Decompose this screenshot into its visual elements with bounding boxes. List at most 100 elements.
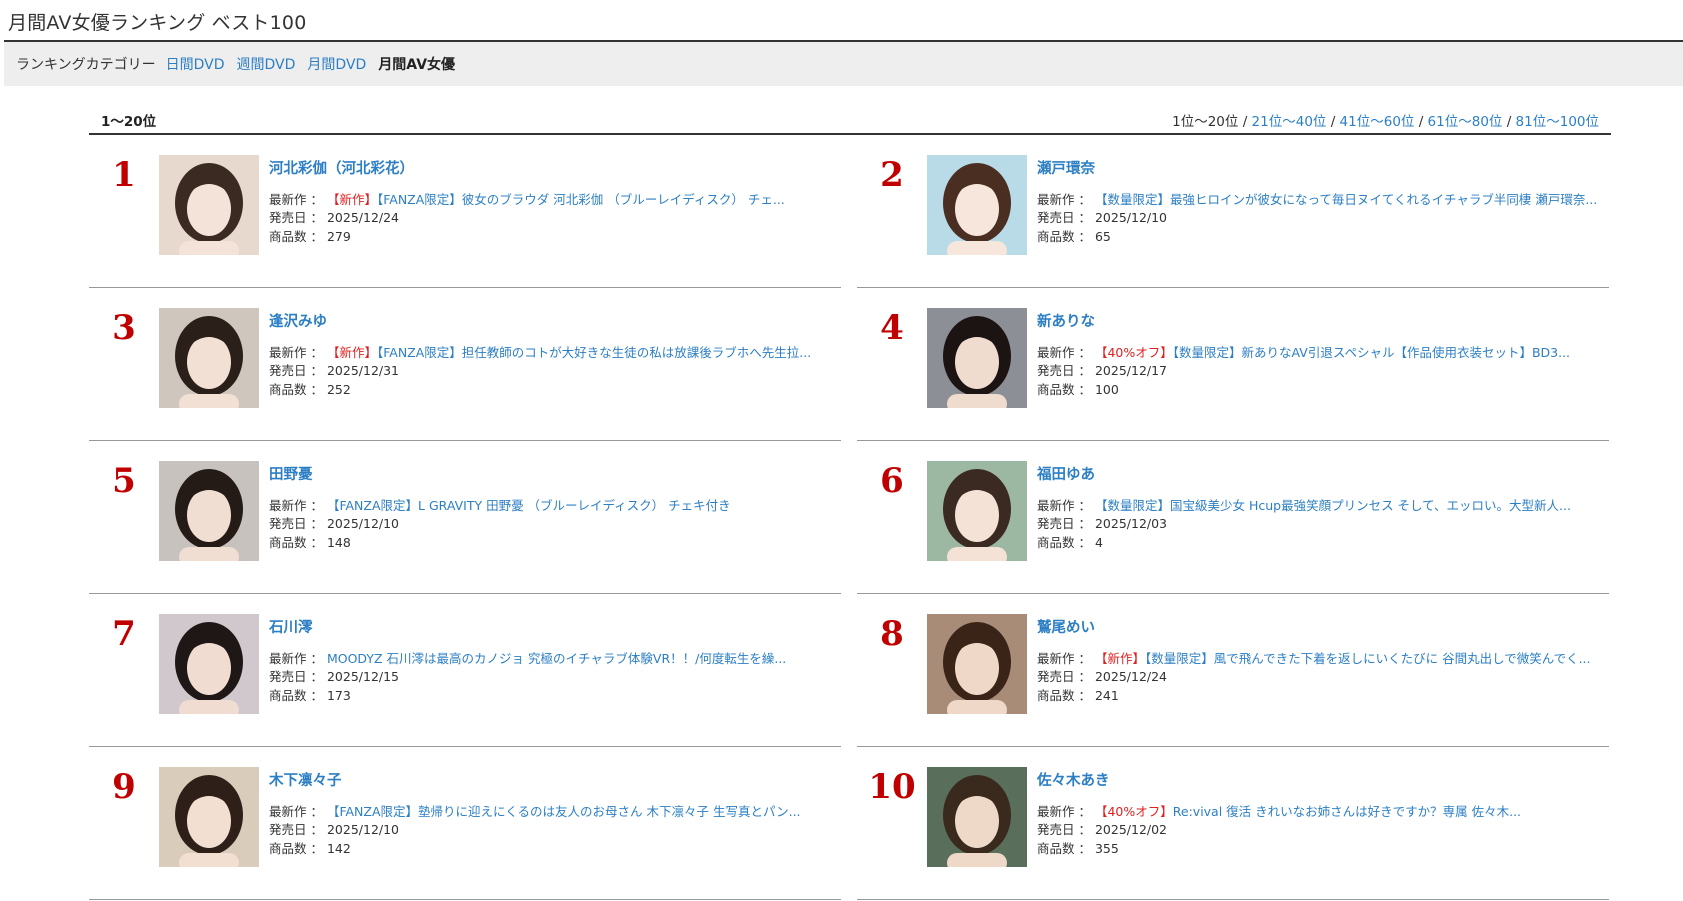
ranking-entry: 6 福田ゆあ 最新作 ： 【数量限定】国宝級美少女 Hcup最強笑顔プリンセス そし… bbox=[857, 443, 1609, 595]
portrait-image bbox=[927, 155, 1027, 255]
rank-number: 5 bbox=[112, 461, 136, 501]
latest-title-link[interactable]: 【新作】【FANZA限定】担任教師のコトが大好きな生徒の私は放課後ラブホへ先生拉… bbox=[327, 345, 811, 360]
ranking-entry: 9 木下凛々子 最新作 ： 【FANZA限定】塾帰りに迎えにくるのは友人のお母さん … bbox=[89, 749, 841, 901]
latest-row: 最新作 ： 【FANZA限定】塾帰りに迎えにくるのは友人のお母さん 木下凛々子 … bbox=[269, 803, 801, 821]
actress-photo[interactable] bbox=[159, 155, 259, 255]
actress-photo[interactable] bbox=[159, 308, 259, 408]
count-label: 商品数 ： bbox=[269, 534, 323, 550]
ranking-entry: 10 佐々木あき最新作 ： 【40%オフ】Re:vival 復活 きれいなお姉さん… bbox=[857, 749, 1609, 901]
pager-separator: / bbox=[1502, 114, 1516, 130]
actress-photo[interactable] bbox=[927, 461, 1027, 561]
entry-info: 最新作 ： 【数量限定】最強ヒロインが彼女になって毎日ヌイてくれるイチャラブ半同… bbox=[1037, 191, 1597, 246]
latest-title-link[interactable]: 【40%オフ】【数量限定】新ありなAV引退スペシャル【作品使用衣装セット】BD3… bbox=[1095, 345, 1570, 360]
release-row: 発売日 ： 2025/12/10 bbox=[269, 515, 731, 533]
actress-name-link[interactable]: 木下凛々子 bbox=[269, 769, 342, 790]
pager-link-61-80[interactable]: 61位〜80位 bbox=[1428, 114, 1503, 130]
portrait-image bbox=[927, 461, 1027, 561]
actress-photo[interactable] bbox=[159, 767, 259, 867]
entry-divider bbox=[857, 440, 1609, 441]
actress-name-link[interactable]: 福田ゆあ bbox=[1037, 463, 1095, 484]
category-label: ランキングカテゴリー bbox=[16, 57, 156, 73]
latest-label: 最新作 ： bbox=[269, 651, 323, 666]
latest-row: 最新作 ： MOODYZ 石川澪は最高のカノジョ 究極のイチャラブ体験VR！！/… bbox=[269, 650, 786, 668]
actress-name-link[interactable]: 鷲尾めい bbox=[1037, 616, 1095, 637]
product-count: 65 bbox=[1094, 228, 1111, 244]
rank-number: 10 bbox=[868, 767, 916, 807]
product-count: 4 bbox=[1094, 534, 1103, 550]
count-label: 商品数 ： bbox=[269, 228, 323, 244]
sale-badge: 【新作】 bbox=[1094, 651, 1145, 666]
actress-photo[interactable] bbox=[927, 767, 1027, 867]
latest-title-link[interactable]: 【FANZA限定】L GRAVITY 田野憂 （ブルーレイディスク） チェキ付き bbox=[327, 498, 731, 513]
release-date: 2025/12/24 bbox=[1094, 669, 1168, 685]
latest-title-link[interactable]: MOODYZ 石川澪は最高のカノジョ 究極のイチャラブ体験VR！！/何度転生を繰… bbox=[327, 651, 786, 666]
latest-title-link[interactable]: 【新作】【FANZA限定】彼女のブラウダ 河北彩伽 （ブルーレイディスク） チェ… bbox=[327, 192, 785, 207]
category-current: 月間AV女優 bbox=[378, 57, 456, 73]
release-label: 発売日 ： bbox=[269, 669, 323, 685]
release-date: 2025/12/31 bbox=[326, 363, 400, 379]
product-count: 142 bbox=[326, 840, 351, 856]
entry-divider bbox=[89, 440, 841, 441]
category-link-daily-dvd[interactable]: 日間DVD bbox=[166, 54, 225, 74]
release-label: 発売日 ： bbox=[1037, 669, 1091, 685]
portrait-image bbox=[927, 614, 1027, 714]
release-row: 発売日 ： 2025/12/31 bbox=[269, 362, 811, 380]
latest-title-link[interactable]: 【新作】【数量限定】風で飛んできた下着を返しにいくたびに 谷間丸出しで微笑んでく… bbox=[1095, 651, 1591, 666]
rank-number: 8 bbox=[880, 614, 904, 654]
latest-row: 最新作 ： 【新作】【数量限定】風で飛んできた下着を返しにいくたびに 谷間丸出し… bbox=[1037, 650, 1591, 668]
release-label: 発売日 ： bbox=[1037, 516, 1091, 532]
latest-row: 最新作 ： 【数量限定】最強ヒロインが彼女になって毎日ヌイてくれるイチャラブ半同… bbox=[1037, 191, 1597, 209]
latest-title-link[interactable]: 【数量限定】国宝級美少女 Hcup最強笑顔プリンセス そして、エッロい。大型新人… bbox=[1095, 498, 1571, 513]
latest-row: 最新作 ： 【40%オフ】Re:vival 復活 きれいなお姉さんは好きですか？… bbox=[1037, 803, 1521, 821]
pager-link-41-60[interactable]: 41位〜60位 bbox=[1340, 114, 1415, 130]
category-link-monthly-dvd[interactable]: 月間DVD bbox=[307, 54, 366, 74]
release-label: 発売日 ： bbox=[1037, 363, 1091, 379]
actress-name-link[interactable]: 佐々木あき bbox=[1037, 769, 1110, 790]
actress-name-link[interactable]: 石川澪 bbox=[269, 616, 313, 637]
latest-title: Re:vival 復活 きれいなお姉さんは好きですか？専属 佐々木... bbox=[1172, 804, 1522, 819]
latest-title-link[interactable]: 【数量限定】最強ヒロインが彼女になって毎日ヌイてくれるイチャラブ半同棲 瀬戸環奈… bbox=[1095, 192, 1597, 207]
actress-photo[interactable] bbox=[159, 614, 259, 714]
rank-number: 7 bbox=[112, 614, 136, 654]
actress-photo[interactable] bbox=[159, 461, 259, 561]
entry-divider bbox=[89, 287, 841, 288]
portrait-image bbox=[159, 767, 259, 867]
portrait-image bbox=[927, 767, 1027, 867]
release-date: 2025/12/17 bbox=[1094, 363, 1168, 379]
product-count: 241 bbox=[1094, 687, 1119, 703]
count-label: 商品数 ： bbox=[269, 840, 323, 856]
pager-link-21-40[interactable]: 21位〜40位 bbox=[1252, 114, 1327, 130]
release-date: 2025/12/15 bbox=[326, 669, 400, 685]
latest-row: 最新作 ： 【40%オフ】【数量限定】新ありなAV引退スペシャル【作品使用衣装セ… bbox=[1037, 344, 1570, 362]
page-title: 月間AV女優ランキング ベスト100 bbox=[8, 12, 307, 34]
release-label: 発売日 ： bbox=[269, 516, 323, 532]
actress-photo[interactable] bbox=[927, 155, 1027, 255]
actress-name-link[interactable]: 田野憂 bbox=[269, 463, 313, 484]
actress-name-link[interactable]: 瀬戸環奈 bbox=[1037, 157, 1095, 178]
latest-title: 【FANZA限定】L GRAVITY 田野憂 （ブルーレイディスク） チェキ付き bbox=[326, 498, 731, 513]
actress-name-link[interactable]: 逢沢みゆ bbox=[269, 310, 327, 331]
count-row: 商品数 ： 173 bbox=[269, 687, 786, 705]
product-count: 252 bbox=[326, 381, 351, 397]
count-row: 商品数 ： 4 bbox=[1037, 534, 1571, 552]
entry-info: 最新作 ： 【新作】【FANZA限定】担任教師のコトが大好きな生徒の私は放課後ラ… bbox=[269, 344, 811, 399]
release-row: 発売日 ： 2025/12/02 bbox=[1037, 821, 1521, 839]
product-count: 279 bbox=[326, 228, 351, 244]
actress-name-link[interactable]: 河北彩伽（河北彩花） bbox=[269, 157, 414, 178]
range-divider bbox=[89, 133, 1611, 135]
count-label: 商品数 ： bbox=[269, 381, 323, 397]
entry-divider bbox=[89, 899, 841, 900]
pager-link-81-100[interactable]: 81位〜100位 bbox=[1516, 114, 1599, 130]
latest-title-link[interactable]: 【FANZA限定】塾帰りに迎えにくるのは友人のお母さん 木下凛々子 生写真とパン… bbox=[327, 804, 801, 819]
actress-photo[interactable] bbox=[927, 308, 1027, 408]
latest-title: 【数量限定】新ありなAV引退スペシャル【作品使用衣装セット】BD3... bbox=[1172, 345, 1571, 360]
entry-divider bbox=[89, 593, 841, 594]
release-row: 発売日 ： 2025/12/17 bbox=[1037, 362, 1570, 380]
sale-badge: 【40%オフ】 bbox=[1094, 345, 1173, 360]
ranking-entry: 3 逢沢みゆ 最新作 ： 【新作】【FANZA限定】担任教師のコトが大好きな生徒の私… bbox=[89, 290, 841, 442]
actress-name-link[interactable]: 新ありな bbox=[1037, 310, 1095, 331]
actress-photo[interactable] bbox=[927, 614, 1027, 714]
category-link-weekly-dvd[interactable]: 週間DVD bbox=[237, 54, 296, 74]
latest-title-link[interactable]: 【40%オフ】Re:vival 復活 きれいなお姉さんは好きですか？専属 佐々木… bbox=[1095, 804, 1521, 819]
latest-label: 最新作 ： bbox=[269, 804, 323, 819]
